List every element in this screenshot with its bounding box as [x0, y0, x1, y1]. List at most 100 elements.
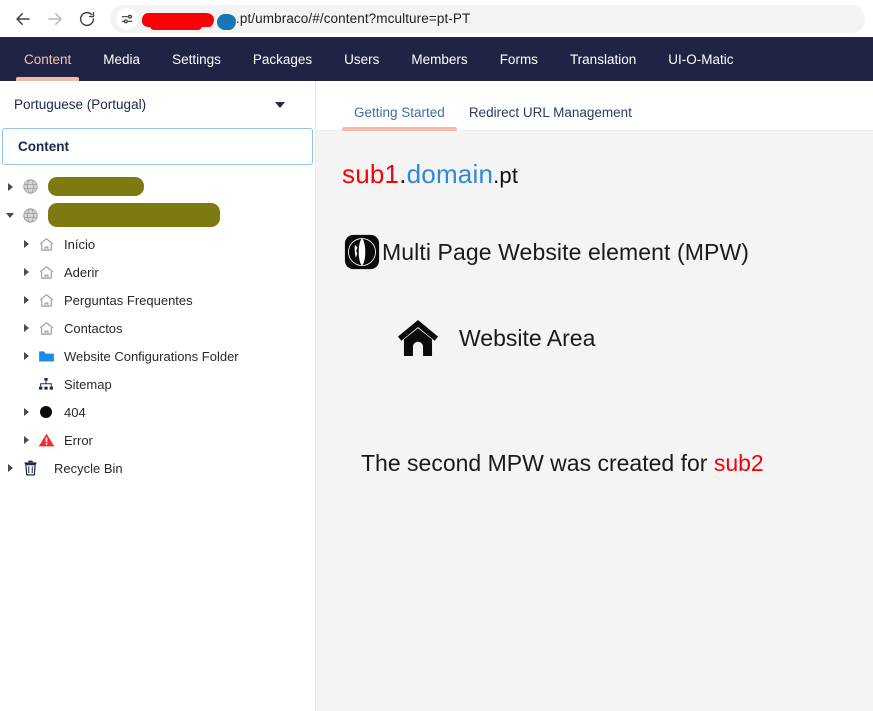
url-text: .pt/umbraco/#/content?mculture=pt-PT: [142, 11, 471, 30]
nav-item-label: Content: [24, 51, 72, 67]
forward-button[interactable]: [40, 4, 70, 34]
home-icon: [34, 292, 58, 309]
globe-icon: [18, 178, 42, 195]
content-section-header-label: Content: [18, 139, 69, 154]
tree-node-perguntas-frequentes[interactable]: Perguntas Frequentes: [0, 286, 315, 314]
content-tree: Início Aderir Perguntas Frequentes Conta…: [0, 165, 315, 482]
tree-node-label: 404: [64, 404, 86, 420]
nav-item-label: Members: [411, 51, 468, 67]
folder-icon: [34, 349, 58, 363]
expand-arrow-icon[interactable]: [18, 408, 34, 416]
expand-arrow-icon[interactable]: [18, 240, 34, 248]
page-title: sub1.domain.pt: [316, 159, 873, 190]
tree-node-404[interactable]: 404: [0, 398, 315, 426]
tree-node-label: Contactos: [64, 320, 123, 336]
domain-subdomain: sub1: [342, 159, 400, 189]
nav-item-label: Users: [344, 51, 380, 67]
nav-item-translation[interactable]: Translation: [554, 37, 652, 81]
nav-item-media[interactable]: Media: [87, 37, 156, 81]
nav-item-content[interactable]: Content: [8, 37, 87, 81]
nav-item-users[interactable]: Users: [328, 37, 395, 81]
tree-node-recycle-bin[interactable]: Recycle Bin: [0, 454, 315, 482]
back-button[interactable]: [8, 4, 38, 34]
trash-icon: [18, 460, 42, 476]
tree-node-redacted-2[interactable]: [0, 200, 315, 230]
forward-arrow-icon: [48, 12, 62, 25]
language-selector-value: Portuguese (Portugal): [14, 97, 147, 112]
tree-node-sitemap[interactable]: Sitemap: [0, 370, 315, 398]
reload-icon: [79, 11, 95, 26]
globe-black-icon: [342, 232, 382, 272]
page-settings-sliders-icon: [121, 14, 133, 23]
website-area-row: Website Area: [316, 314, 873, 362]
home-icon: [34, 320, 58, 337]
tab-getting-started[interactable]: Getting Started: [342, 105, 457, 131]
back-arrow-icon: [16, 12, 30, 25]
tree-node-label: Website Configurations Folder: [64, 348, 239, 364]
nav-item-packages[interactable]: Packages: [237, 37, 328, 81]
expand-arrow-icon[interactable]: [18, 296, 34, 304]
domain-tld: .pt: [493, 163, 519, 188]
tab-label: Getting Started: [354, 105, 445, 120]
tab-redirect-url-management[interactable]: Redirect URL Management: [457, 105, 644, 130]
globe-icon: [18, 207, 42, 224]
tree-node-label: Perguntas Frequentes: [64, 292, 193, 308]
tree-node-label: Início: [64, 236, 96, 252]
nav-item-label: Media: [103, 51, 141, 67]
nav-item-label: Forms: [499, 51, 538, 67]
getting-started-panel: sub1.domain.pt Multi Page Website elemen…: [316, 131, 873, 711]
collapse-arrow-icon[interactable]: [2, 212, 18, 218]
tree-node-inicio[interactable]: Início: [0, 230, 315, 258]
mpw-note-text: The second MPW was created for: [361, 450, 714, 476]
expand-arrow-icon[interactable]: [2, 464, 18, 472]
tree-node-label: Error: [64, 432, 93, 448]
nav-item-members[interactable]: Members: [395, 37, 483, 81]
tree-node-label: Aderir: [64, 264, 99, 280]
domain-name: domain: [406, 159, 494, 189]
chevron-down-icon: [275, 101, 285, 108]
home-black-icon: [394, 314, 442, 362]
main-pane: Getting Started Redirect URL Management …: [316, 81, 873, 711]
expand-arrow-icon[interactable]: [18, 324, 34, 332]
home-icon: [34, 236, 58, 253]
mpw-element-label: Multi Page Website element (MPW): [382, 238, 750, 265]
mpw-note-highlight: sub2: [713, 450, 764, 476]
tree-node-aderir[interactable]: Aderir: [0, 258, 315, 286]
language-selector[interactable]: Portuguese (Portugal): [0, 81, 315, 128]
website-area-label: Website Area: [459, 324, 596, 351]
address-bar[interactable]: .pt/umbraco/#/content?mculture=pt-PT: [110, 4, 865, 33]
expand-arrow-icon[interactable]: [2, 182, 18, 191]
sitemap-icon: [34, 377, 58, 391]
expand-arrow-icon[interactable]: [18, 436, 34, 444]
main-tab-bar: Getting Started Redirect URL Management: [316, 81, 873, 131]
nav-item-label: Settings: [172, 51, 221, 67]
nav-item-ui-o-matic[interactable]: UI-O-Matic: [652, 37, 749, 81]
umbraco-section-nav: Content Media Settings Packages Users Me…: [0, 37, 873, 81]
tree-node-redaction: [48, 177, 144, 196]
tab-label: Redirect URL Management: [468, 105, 632, 120]
nav-item-label: Packages: [252, 51, 313, 67]
tree-node-error[interactable]: Error: [0, 426, 315, 454]
content-section-header[interactable]: Content: [2, 128, 313, 165]
nav-item-settings[interactable]: Settings: [156, 37, 237, 81]
url-visible-text: .pt/umbraco/#/content?mculture=pt-PT: [236, 11, 471, 26]
nav-item-label: Translation: [569, 51, 637, 67]
site-settings-button[interactable]: [116, 7, 138, 30]
tree-node-label: Sitemap: [64, 376, 112, 392]
tree-node-website-configurations-folder[interactable]: Website Configurations Folder: [0, 342, 315, 370]
url-redaction-primary: [142, 12, 214, 30]
home-icon: [34, 264, 58, 281]
app-body: Portuguese (Portugal) Content Início Ade…: [0, 81, 873, 711]
nav-item-forms[interactable]: Forms: [484, 37, 554, 81]
expand-arrow-icon[interactable]: [18, 268, 34, 276]
tree-node-contactos[interactable]: Contactos: [0, 314, 315, 342]
tree-node-redacted-1[interactable]: [0, 173, 315, 200]
reload-button[interactable]: [72, 4, 102, 34]
domain-separator-1: .: [399, 159, 407, 189]
nav-item-label: UI-O-Matic: [668, 51, 734, 67]
expand-arrow-icon[interactable]: [18, 352, 34, 360]
mpw-element-row: Multi Page Website element (MPW): [316, 232, 873, 272]
tree-node-redaction: [48, 203, 220, 227]
mpw-note: The second MPW was created for sub2: [316, 450, 873, 477]
content-sidebar: Portuguese (Portugal) Content Início Ade…: [0, 81, 316, 711]
